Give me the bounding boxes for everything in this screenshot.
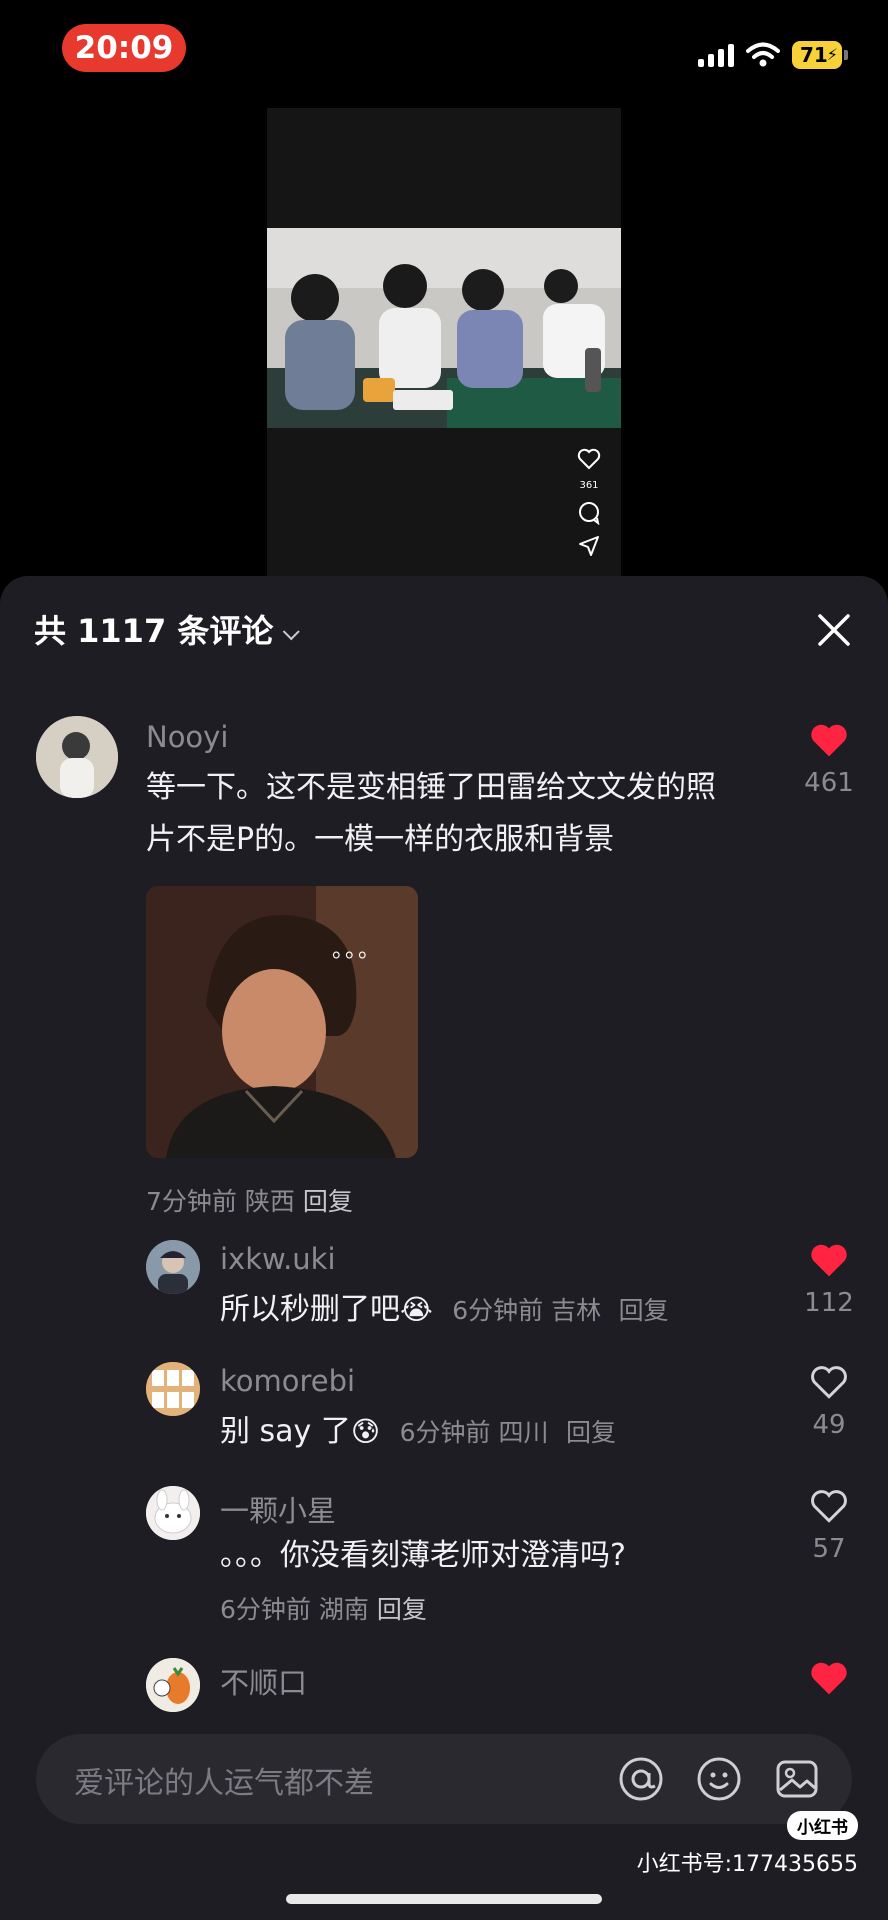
- cold-sweat-emoji-icon: 😰: [350, 1415, 381, 1448]
- comment-time-location: 6分钟前 四川: [399, 1418, 549, 1447]
- comment-time-location: 6分钟前 吉林: [452, 1296, 602, 1325]
- status-time: 20:09: [62, 24, 186, 72]
- avatar[interactable]: [146, 1240, 200, 1294]
- like-count: 461: [804, 768, 854, 798]
- comment-text-line: 等一下。这不是变相锤了田雷给文文发的照: [146, 770, 716, 805]
- heart-icon: [811, 1366, 847, 1399]
- at-icon[interactable]: [618, 1756, 664, 1802]
- video-actions: 361: [569, 448, 609, 557]
- comment-text: 。。。你没看刻薄老师对澄清吗?: [220, 1538, 626, 1573]
- comment-username[interactable]: ixkw.uki: [220, 1242, 336, 1276]
- comment-username[interactable]: 不顺口: [220, 1660, 307, 1702]
- battery-icon: 71 ⚡: [792, 41, 848, 69]
- like-button[interactable]: 57: [799, 1488, 859, 1564]
- comment-image-overlay: 。。。: [332, 938, 383, 963]
- avatar[interactable]: [146, 1486, 200, 1540]
- comment-username[interactable]: 一颗小星: [220, 1488, 336, 1530]
- reply-button[interactable]: 回复: [303, 1187, 353, 1216]
- comment-count-label: 共 1117 条评论: [34, 612, 274, 650]
- avatar[interactable]: [146, 1362, 200, 1416]
- video-frame[interactable]: [267, 228, 621, 428]
- reply-button[interactable]: 回复: [566, 1418, 616, 1447]
- like-button[interactable]: 49: [799, 1364, 859, 1440]
- like-count: 112: [804, 1288, 854, 1318]
- home-indicator[interactable]: [286, 1894, 602, 1904]
- chevron-down-icon: [283, 623, 301, 641]
- like-count: 57: [812, 1534, 846, 1564]
- like-count: 49: [812, 1410, 846, 1440]
- comment-meta: 6分钟前 湖南 回复: [220, 1590, 427, 1626]
- video-like-count: 361: [579, 480, 599, 491]
- emoji-icon[interactable]: [696, 1756, 742, 1802]
- heart-icon: [811, 724, 847, 757]
- status-bar: 20:09 71 ⚡: [0, 0, 888, 96]
- like-button[interactable]: 112: [799, 1242, 859, 1318]
- comment-username[interactable]: komorebi: [220, 1364, 355, 1398]
- image-icon[interactable]: [774, 1756, 820, 1802]
- heart-icon[interactable]: [577, 448, 601, 470]
- comment-count-header[interactable]: 共 1117 条评论: [34, 606, 301, 652]
- comment-image[interactable]: 。。。: [146, 886, 418, 1158]
- comment-time-location: 7分钟前 陕西: [146, 1187, 295, 1216]
- comment-meta: 7分钟前 陕西 回复: [146, 1182, 353, 1218]
- wifi-icon: [746, 42, 780, 67]
- avatar[interactable]: [146, 1658, 200, 1712]
- comment-time-location: 6分钟前 湖南: [220, 1595, 369, 1624]
- battery-level: 71: [800, 43, 828, 67]
- crying-emoji-icon: 😭: [400, 1293, 433, 1326]
- comment-username[interactable]: Nooyi: [146, 720, 228, 754]
- heart-icon: [811, 1244, 847, 1277]
- status-icons: 71 ⚡: [698, 38, 848, 72]
- comment-icon[interactable]: [577, 501, 601, 525]
- reply-button[interactable]: 回复: [377, 1595, 427, 1624]
- like-button[interactable]: 461: [799, 722, 859, 798]
- comment-text: 别 say 了😰 6分钟前 四川 回复: [220, 1406, 616, 1459]
- close-icon[interactable]: [816, 612, 852, 648]
- reply-button[interactable]: 回复: [619, 1296, 669, 1325]
- comment-text-content: 所以秒删了吧: [220, 1292, 400, 1327]
- xiaohongshu-logo: 小红书: [787, 1811, 858, 1840]
- comment-text-line: 片不是P的。一模一样的衣服和背景: [146, 822, 615, 857]
- share-icon[interactable]: [578, 535, 600, 557]
- watermark-text: 小红书号:177435655: [636, 1852, 858, 1877]
- like-button[interactable]: [799, 1660, 859, 1700]
- avatar[interactable]: [36, 716, 118, 798]
- watermark: 小红书 小红书号:177435655: [637, 1811, 858, 1878]
- comment-input-placeholder: 爱评论的人运气都不差: [74, 1766, 374, 1801]
- signal-icon: [698, 43, 734, 67]
- heart-icon: [811, 1662, 847, 1695]
- comment-text: 等一下。这不是变相锤了田雷给文文发的照 片不是P的。一模一样的衣服和背景: [146, 762, 766, 866]
- comment-text-content: 别 say 了: [220, 1414, 351, 1449]
- video-preview[interactable]: 361: [267, 108, 621, 578]
- comment-text: 所以秒删了吧😭 6分钟前 吉林 回复: [220, 1284, 669, 1337]
- heart-icon: [811, 1490, 847, 1523]
